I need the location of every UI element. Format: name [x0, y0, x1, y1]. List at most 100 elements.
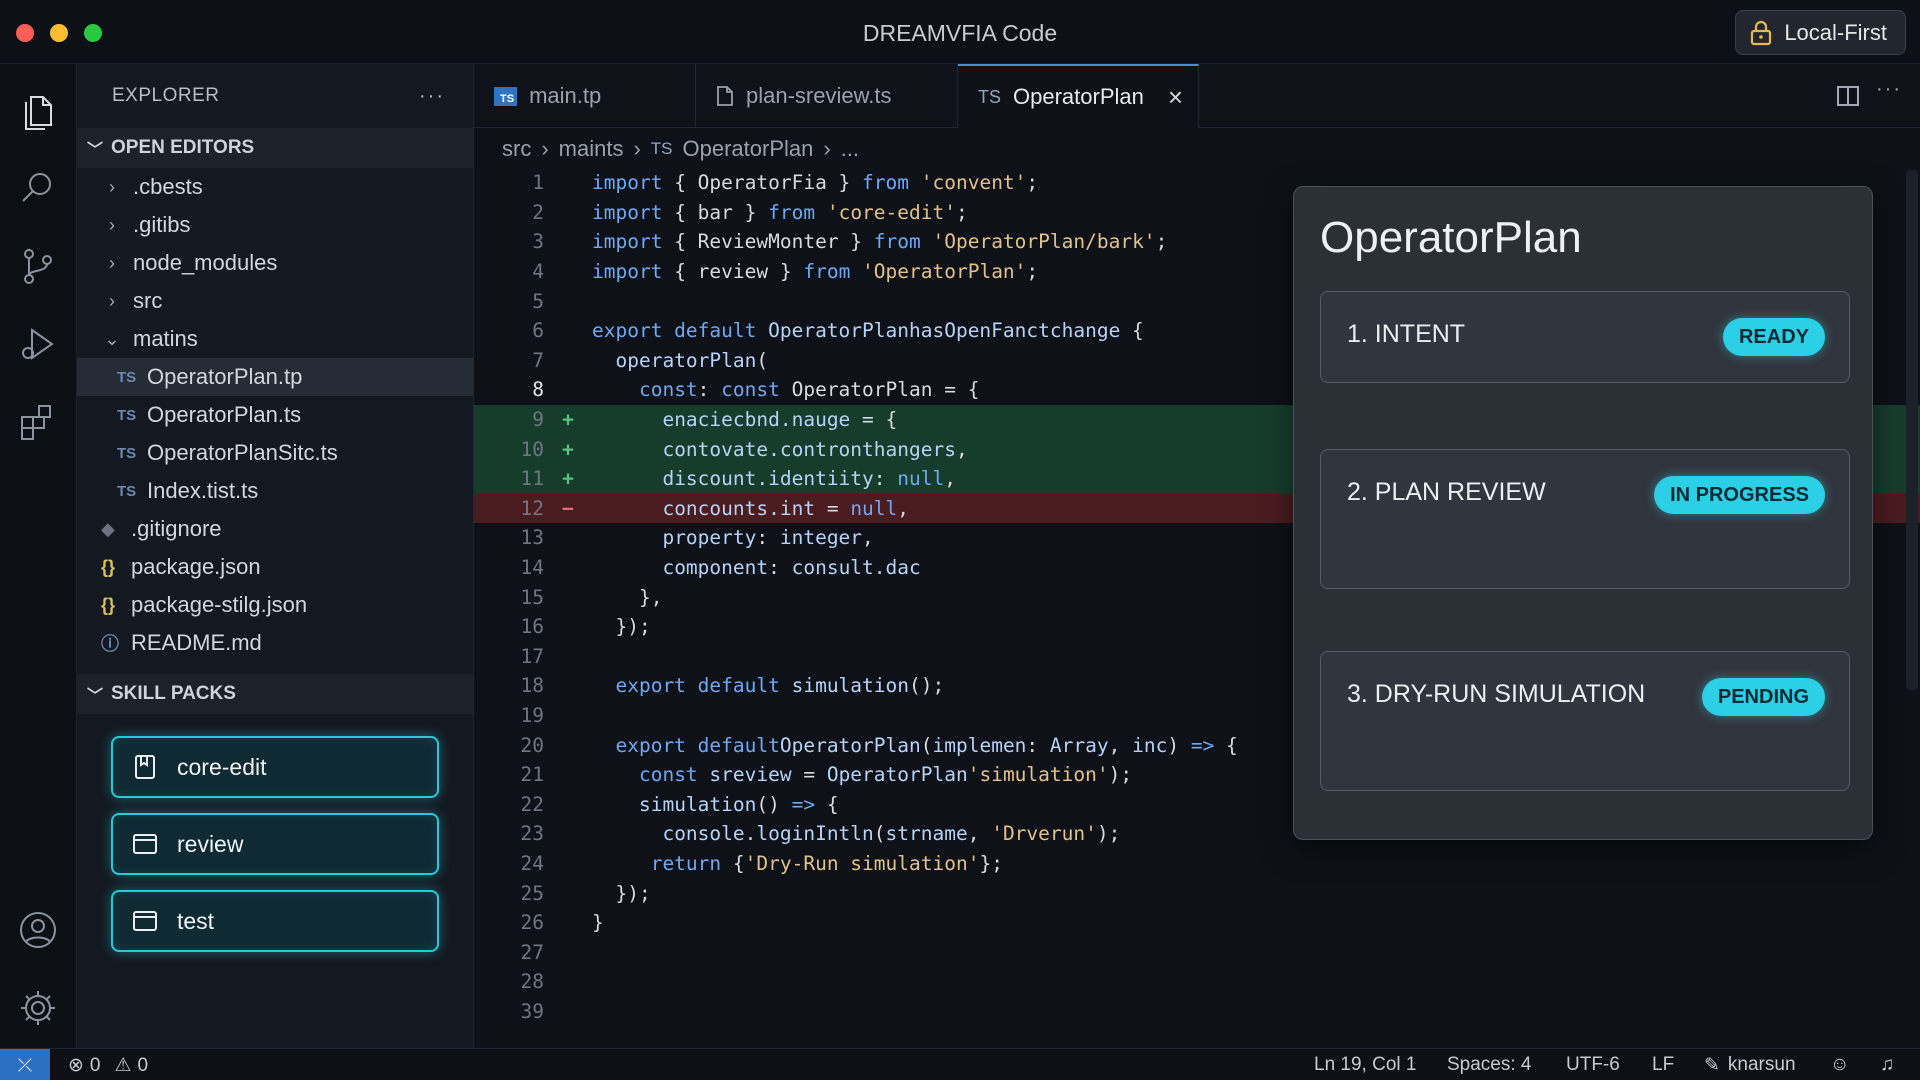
tree-file[interactable]: TS OperatorPlan.tp: [77, 358, 473, 396]
tree-file[interactable]: {} package-stilg.json: [77, 586, 473, 624]
code-line[interactable]: 24 return {'Dry-Run simulation'};: [474, 849, 1920, 879]
tree-folder[interactable]: › .gitibs: [77, 206, 473, 244]
stage-intent[interactable]: 1. INTENT READY: [1320, 291, 1850, 383]
line-number: 10: [520, 437, 544, 461]
status-badge: IN PROGRESS: [1654, 476, 1825, 514]
code-token: ): [1167, 733, 1191, 757]
code-token: OperatorPlanhasOpenFanctchange: [768, 319, 1121, 343]
editor-more-button[interactable]: ···: [1876, 78, 1902, 101]
status-bar: ⤫ ⊗ 0 ⚠ 0 Ln 19, Col 1 Spaces: 4 UTF-6 L…: [0, 1048, 1920, 1080]
tree-folder[interactable]: ⌄ matins: [77, 320, 473, 358]
account-icon[interactable]: [14, 906, 62, 954]
line-number: 22: [520, 792, 544, 816]
plan-title: OperatorPlan: [1320, 213, 1582, 262]
info-file-icon: ⓘ: [101, 634, 119, 654]
code-token: =>: [1190, 733, 1215, 757]
search-icon[interactable]: [14, 164, 62, 212]
tree-file[interactable]: ⓘ README.md: [77, 624, 473, 662]
source-control-icon[interactable]: [14, 242, 62, 290]
code-text: });: [592, 882, 650, 905]
code-token: import: [592, 171, 663, 195]
breadcrumb-item[interactable]: maints: [559, 136, 624, 162]
line-number: 3: [532, 230, 544, 254]
code-line[interactable]: 26}: [474, 908, 1920, 938]
stage-dry-run[interactable]: 3. DRY-RUN SIMULATION PENDING: [1320, 651, 1850, 791]
tree-file[interactable]: ◆ .gitignore: [77, 510, 473, 548]
bell-icon[interactable]: ♫: [1880, 1054, 1894, 1076]
code-text: discount.identiity: null,: [592, 467, 956, 490]
breadcrumb-item[interactable]: src: [502, 136, 531, 162]
encoding[interactable]: UTF-6: [1566, 1054, 1620, 1076]
line-number: 13: [520, 526, 544, 550]
tree-label: .gitignore: [131, 516, 222, 541]
code-token: from: [862, 171, 910, 195]
line-number: 11: [520, 467, 544, 491]
code-token: 'Dry-Run simulation': [744, 852, 980, 876]
breadcrumb-item[interactable]: OperatorPlan: [683, 136, 814, 162]
user-indicator[interactable]: ✎ knarsun: [1704, 1054, 1796, 1077]
breadcrumb-item[interactable]: ...: [841, 136, 859, 162]
tree-file[interactable]: TS OperatorPlanSitc.ts: [77, 434, 473, 472]
skill-pack-test[interactable]: test: [111, 890, 439, 952]
line-number: 18: [520, 674, 544, 698]
code-text: import { OperatorFia } from 'convent';: [592, 171, 1038, 194]
explorer-more-button[interactable]: ···: [419, 85, 445, 108]
line-number: 12: [520, 496, 544, 520]
files-icon[interactable]: [14, 86, 62, 134]
skill-packs-header[interactable]: ﹀ SKILL PACKS: [77, 674, 473, 714]
close-icon[interactable]: ×: [1168, 82, 1183, 113]
chevron-down-icon: ﹀: [87, 142, 104, 159]
run-debug-icon[interactable]: [14, 320, 62, 368]
editor-scrollbar[interactable]: [1906, 170, 1918, 690]
code-line[interactable]: 28: [474, 967, 1920, 997]
code-line[interactable]: 39: [474, 997, 1920, 1027]
json-file-icon: {}: [101, 556, 116, 577]
line-ending[interactable]: LF: [1652, 1054, 1674, 1076]
remote-icon[interactable]: ⤫: [0, 1049, 50, 1080]
split-editor-icon[interactable]: [1836, 84, 1860, 113]
code-text: console.loginIntln(strname, 'Drverun');: [592, 822, 1120, 845]
skill-pack-label: review: [177, 830, 244, 857]
tree-file[interactable]: TS Index.tist.ts: [77, 472, 473, 510]
tree-label: node_modules: [133, 250, 278, 275]
cursor-position[interactable]: Ln 19, Col 1: [1314, 1054, 1416, 1076]
gear-icon[interactable]: [14, 984, 62, 1032]
local-first-button[interactable]: Local-First: [1735, 10, 1906, 55]
skill-pack-review[interactable]: review: [111, 813, 439, 875]
code-line[interactable]: 27: [474, 938, 1920, 968]
problems-indicator[interactable]: ⊗ 0 ⚠ 0: [68, 1054, 148, 1077]
tree-file[interactable]: {} package.json: [77, 548, 473, 586]
chevron-right-icon: ›: [633, 136, 641, 161]
line-number: 15: [520, 585, 544, 609]
tree-label: Index.tist.ts: [147, 478, 259, 503]
skill-pack-core-edit[interactable]: core-edit: [111, 736, 439, 798]
code-token: const: [721, 378, 780, 402]
tab-operatorplan[interactable]: TS OperatorPlan ×: [958, 64, 1199, 128]
tab-plan-sreview[interactable]: plan-sreview.ts: [696, 64, 958, 128]
tree-file[interactable]: TS OperatorPlan.ts: [77, 396, 473, 434]
open-editors-header[interactable]: ﹀ OPEN EDITORS: [77, 128, 473, 168]
tree-folder[interactable]: › node_modules: [77, 244, 473, 282]
code-token: ();: [909, 674, 945, 698]
code-token: concounts.int: [662, 496, 816, 520]
feedback-icon[interactable]: ☺: [1830, 1054, 1849, 1076]
extensions-icon[interactable]: [14, 398, 62, 446]
tree-label: OperatorPlanSitc.ts: [147, 440, 338, 465]
tab-bar: TS main.tp plan-sreview.ts TS OperatorPl…: [474, 64, 1920, 128]
tree-folder[interactable]: › .cbests: [77, 168, 473, 206]
code-line[interactable]: 25 });: [474, 878, 1920, 908]
stage-plan-review[interactable]: 2. PLAN REVIEW IN PROGRESS: [1320, 449, 1850, 589]
code-token: }: [592, 911, 604, 935]
line-number: 24: [520, 852, 544, 876]
tab-main-tp[interactable]: TS main.tp: [474, 64, 696, 128]
tree-folder[interactable]: › src: [77, 282, 473, 320]
ts-file-icon: TS: [117, 444, 137, 462]
code-token: :: [697, 378, 722, 402]
indentation[interactable]: Spaces: 4: [1447, 1054, 1532, 1076]
